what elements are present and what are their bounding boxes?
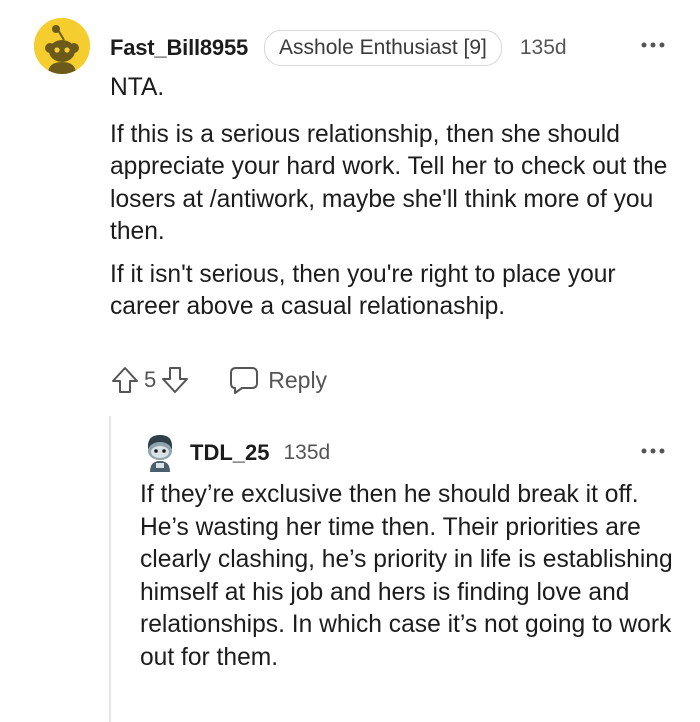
reply-body: If they’re exclusive then he should brea… bbox=[140, 479, 685, 674]
comment-thread: Fast_Bill8955 Asshole Enthusiast [9] 135… bbox=[0, 0, 700, 722]
reply-label: Reply bbox=[268, 366, 328, 393]
comment-paragraph: If it isn't serious, then you're right t… bbox=[110, 260, 616, 321]
downvote-button[interactable] bbox=[158, 363, 192, 397]
username[interactable]: Fast_Bill8955 bbox=[110, 35, 248, 61]
snoo-avatar-icon bbox=[148, 435, 172, 472]
reply-button[interactable]: Reply bbox=[228, 363, 327, 397]
snoo-avatar-icon bbox=[34, 18, 90, 74]
user-flair: Asshole Enthusiast [9] bbox=[264, 30, 502, 66]
vote-score: 5 bbox=[144, 367, 157, 392]
more-options-icon bbox=[641, 42, 665, 48]
comment-bubble-icon bbox=[228, 363, 262, 397]
reply-username[interactable]: TDL_25 bbox=[190, 440, 269, 466]
comment-actions: 5 Reply bbox=[108, 362, 327, 398]
comment-paragraph: If this is a serious relationship, then … bbox=[110, 120, 668, 246]
thread-line[interactable] bbox=[109, 416, 111, 722]
more-options-icon bbox=[641, 448, 665, 454]
user-avatar[interactable] bbox=[34, 18, 90, 74]
comment-header: Fast_Bill8955 Asshole Enthusiast [9] 135… bbox=[110, 28, 567, 68]
upvote-button[interactable] bbox=[108, 363, 142, 397]
comment-body: NTA. If this is a serious relationship, … bbox=[110, 72, 685, 334]
reply-user-avatar[interactable] bbox=[142, 432, 178, 472]
reply-header: TDL_25 135d bbox=[190, 436, 330, 470]
reply-age[interactable]: 135d bbox=[283, 441, 330, 465]
reply-more-options-button[interactable] bbox=[640, 438, 666, 464]
comment-age[interactable]: 135d bbox=[520, 36, 567, 60]
reply-paragraph: If they’re exclusive then he should brea… bbox=[140, 481, 673, 671]
downvote-arrow-icon bbox=[162, 367, 189, 393]
comment-paragraph: NTA. bbox=[110, 74, 165, 101]
more-options-button[interactable] bbox=[640, 32, 666, 58]
upvote-arrow-icon bbox=[112, 367, 138, 393]
